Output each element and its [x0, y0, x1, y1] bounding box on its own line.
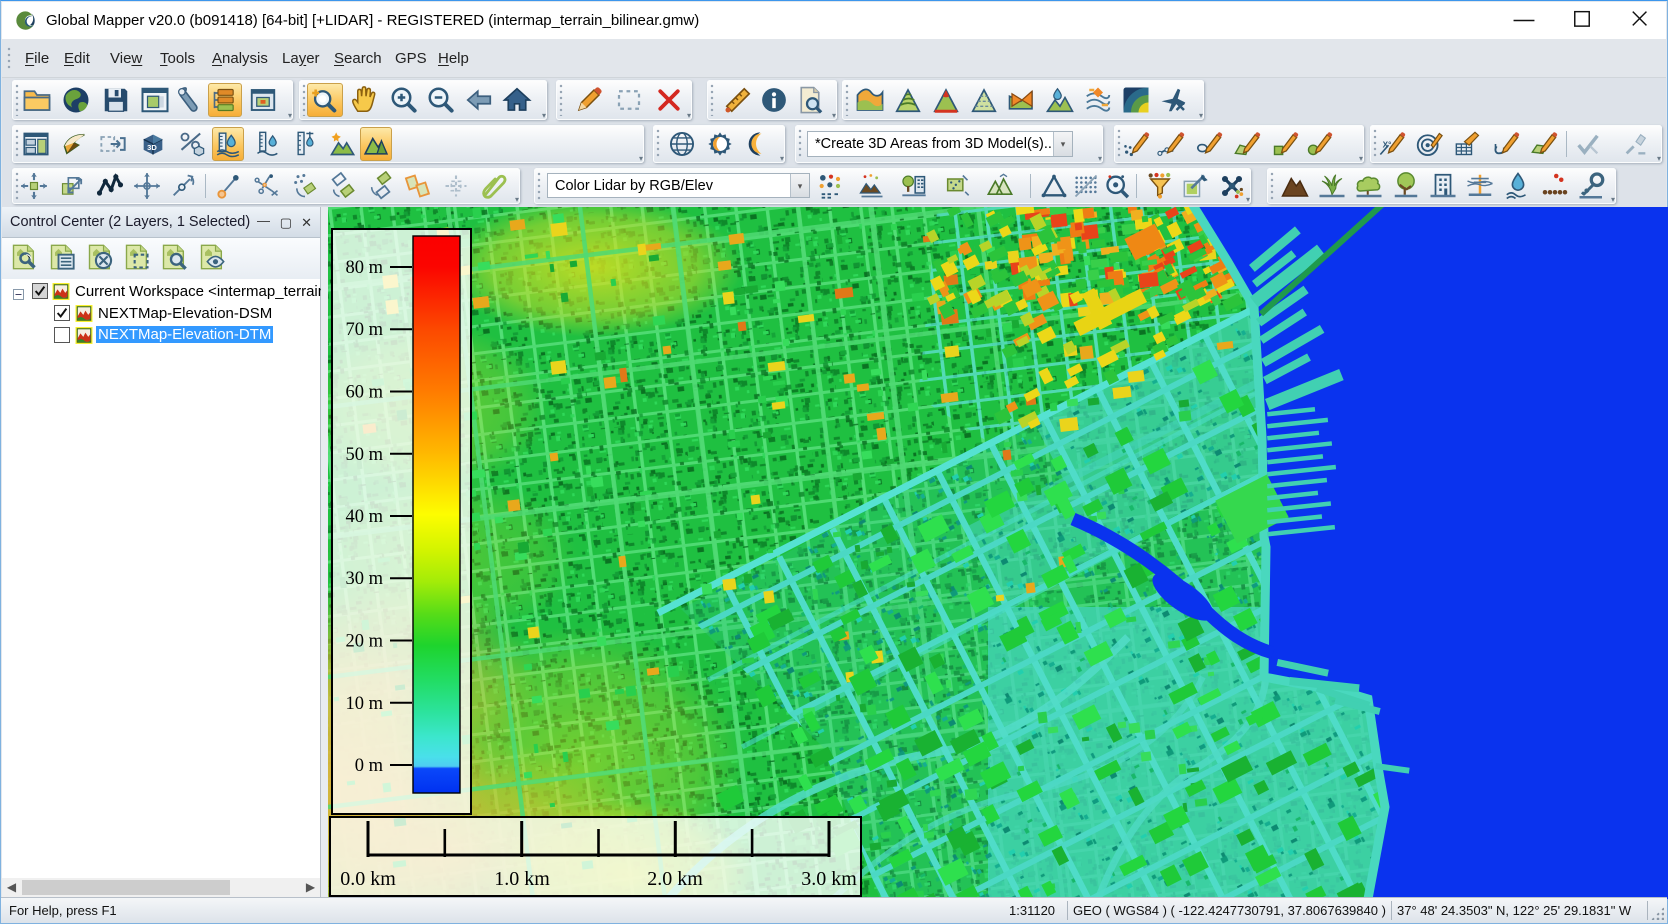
svg-text:3.0 km: 3.0 km — [801, 868, 857, 890]
svg-text:50 m: 50 m — [345, 445, 383, 465]
svg-text:70 m: 70 m — [345, 320, 383, 340]
svg-text:3D: 3D — [147, 143, 157, 152]
svg-text:1.0 km: 1.0 km — [494, 868, 550, 890]
svg-text:80 m: 80 m — [345, 258, 383, 278]
svg-text:0.0 km: 0.0 km — [340, 868, 396, 890]
svg-text:0 m: 0 m — [355, 756, 384, 776]
svg-text:10 m: 10 m — [345, 694, 383, 714]
svg-text:30 m: 30 m — [345, 569, 383, 589]
svg-text:20 m: 20 m — [345, 632, 383, 652]
svg-text:40 m: 40 m — [345, 507, 383, 527]
svg-text:2.0 km: 2.0 km — [647, 868, 703, 890]
svg-text:60 m: 60 m — [345, 383, 383, 403]
